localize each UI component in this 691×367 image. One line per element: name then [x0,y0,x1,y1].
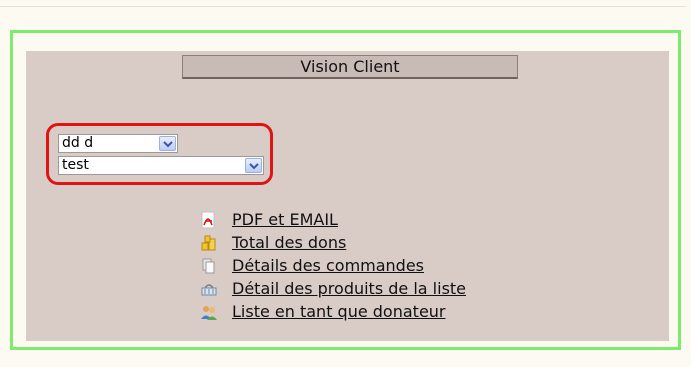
list-filter-select[interactable]: test [58,156,264,175]
basket-icon [200,280,218,298]
top-divider [0,6,686,7]
list-item: Liste en tant que donateur [200,300,466,323]
total-donations-link[interactable]: Total des dons [232,233,346,252]
list-select-value: dd d [62,135,94,151]
pdf-email-link[interactable]: PDF et EMAIL [232,210,338,229]
pdf-icon [200,211,218,229]
documents-icon [200,257,218,275]
list-products-link[interactable]: Détail des produits de la liste [232,279,466,298]
panel-title: Vision Client [182,55,518,79]
order-details-link[interactable]: Détails des commandes [232,256,424,275]
chevron-down-icon[interactable] [159,136,176,151]
list-item: Détail des produits de la liste [200,277,466,300]
selection-group: dd d test [46,123,273,185]
vision-client-inner: Vision Client dd d test PDF et EMAIL Tot… [26,51,669,341]
actions-list: PDF et EMAIL Total des dons Détails des … [200,208,466,323]
coins-icon [200,234,218,252]
donor-list-link[interactable]: Liste en tant que donateur [232,302,446,321]
vision-client-panel: Vision Client dd d test PDF et EMAIL Tot… [10,30,681,350]
chevron-down-icon[interactable] [245,158,262,173]
list-item: PDF et EMAIL [200,208,466,231]
list-item: Détails des commandes [200,254,466,277]
list-filter-value: test [62,157,89,173]
users-icon [200,303,218,321]
list-item: Total des dons [200,231,466,254]
list-select[interactable]: dd d [58,134,178,153]
